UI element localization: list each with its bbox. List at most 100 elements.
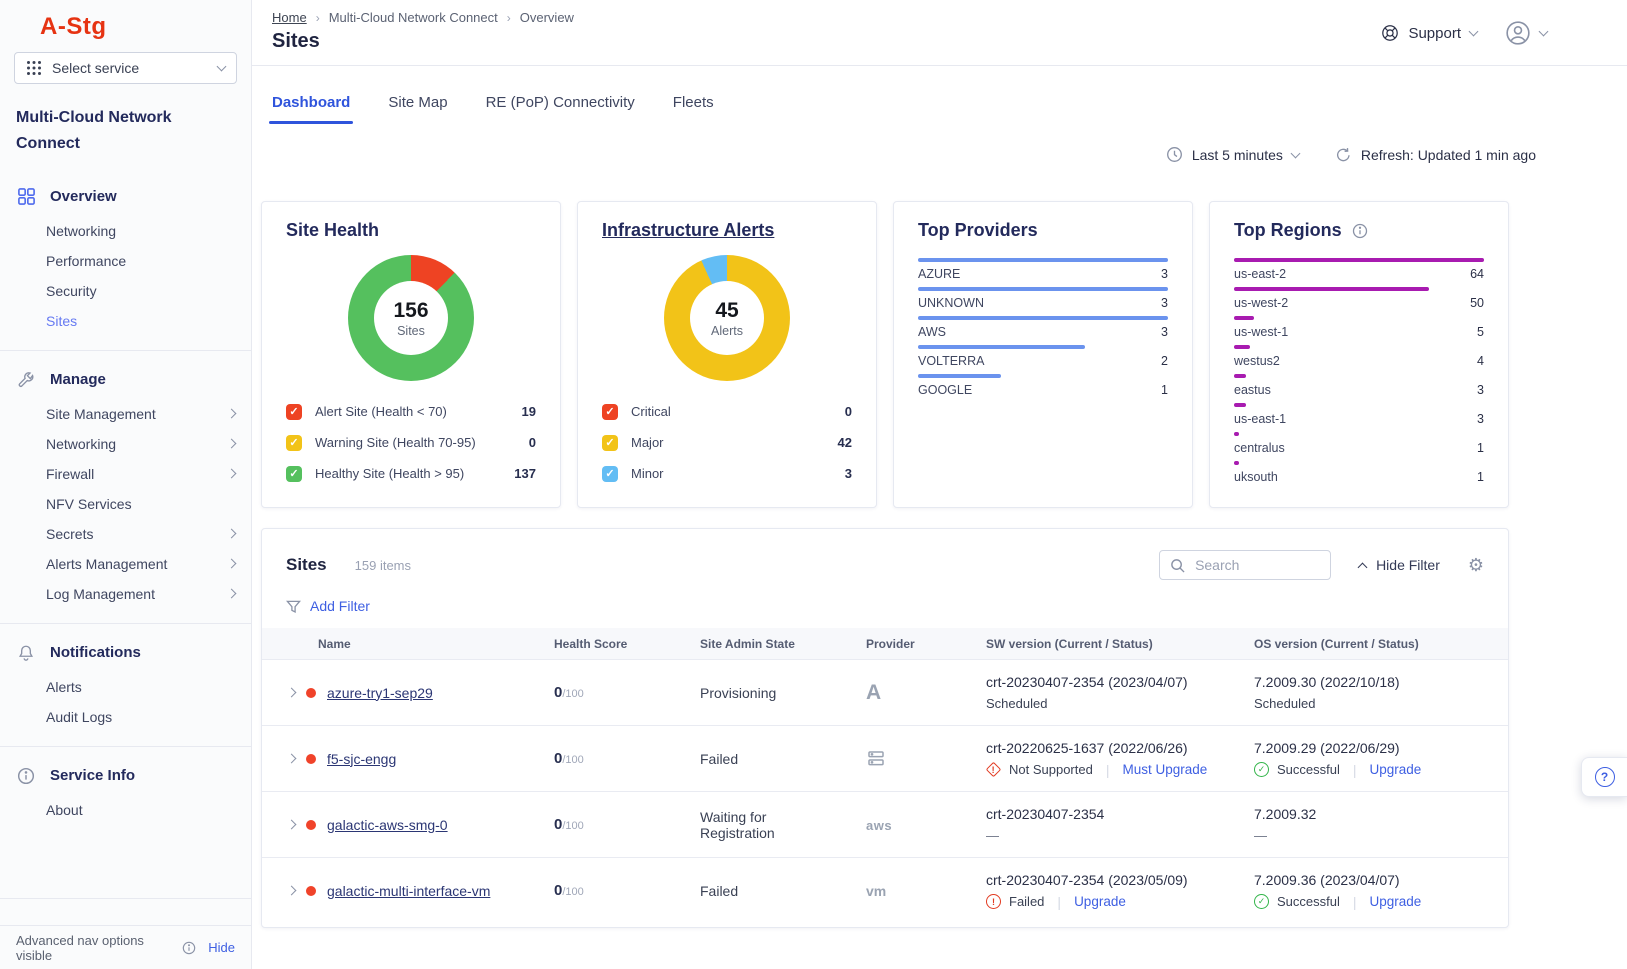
account-menu[interactable] — [1505, 20, 1547, 46]
infrastructure-alerts-legend: ✓Critical0✓Major42✓Minor3 — [602, 396, 852, 489]
os-status: Scheduled — [1254, 696, 1502, 711]
status-label: Not Supported — [1009, 762, 1093, 777]
separator: | — [1057, 894, 1061, 910]
sidebar-item-alerts[interactable]: Alerts — [0, 672, 251, 702]
bar — [1234, 258, 1484, 262]
bar-row-us-west-2: us-west-250 — [1234, 287, 1484, 311]
expand-row-icon[interactable] — [287, 688, 297, 698]
bar — [1234, 374, 1246, 378]
expand-row-icon[interactable] — [287, 754, 297, 764]
sidebar-item-audit-logs[interactable]: Audit Logs — [0, 702, 251, 732]
bar-label: us-west-2 — [1234, 295, 1288, 311]
sidebar-item-sites[interactable]: Sites — [0, 306, 251, 336]
sidebar-item-secrets[interactable]: Secrets — [0, 519, 251, 549]
app-grid-icon — [26, 60, 42, 76]
checkbox-major[interactable]: ✓ — [602, 435, 618, 451]
expand-row-icon[interactable] — [287, 820, 297, 830]
tab-site-map[interactable]: Site Map — [388, 94, 447, 124]
help-button[interactable]: ? — [1581, 757, 1627, 797]
infrastructure-alerts-card: Infrastructure Alerts 45 Alerts ✓Critica… — [577, 201, 877, 508]
infrastructure-alerts-title-link[interactable]: Infrastructure Alerts — [602, 220, 774, 241]
gear-icon[interactable]: ⚙ — [1468, 556, 1484, 574]
nav-header-service-info[interactable]: Service Info — [0, 759, 251, 795]
sidebar-item-security[interactable]: Security — [0, 276, 251, 306]
nav-section-overview: OverviewNetworkingPerformanceSecurity Sit… — [0, 167, 251, 350]
bar-row-us-east-2: us-east-264 — [1234, 258, 1484, 282]
azure-icon: A — [866, 681, 881, 704]
top-providers-card: Top Providers AZURE3UNKNOWN3AWS3VOLTERRA… — [893, 201, 1193, 508]
sw-cell: crt-20230407-2354 (2023/04/07)Scheduled — [970, 664, 1238, 721]
table-header: NameHealth ScoreSite Admin StateProvider… — [262, 628, 1508, 659]
bar-value: 1 — [1477, 440, 1484, 456]
site-health-title: Site Health — [286, 220, 379, 241]
funnel-icon — [286, 599, 301, 614]
sidebar-item-alerts-management[interactable]: Alerts Management — [0, 549, 251, 579]
bar-row-eastus: eastus3 — [1234, 374, 1484, 398]
breadcrumb-overview[interactable]: Overview — [520, 10, 574, 25]
site-name-link[interactable]: galactic-aws-smg-0 — [327, 817, 448, 833]
expand-row-icon[interactable] — [287, 886, 297, 896]
success-icon: ✓ — [1254, 894, 1269, 909]
checkbox-warning-site-health-70-95[interactable]: ✓ — [286, 435, 302, 451]
add-filter-button[interactable]: Add Filter — [262, 586, 1508, 628]
sidebar: A-Stg Select service Multi-Cloud Network… — [0, 0, 252, 969]
nav-header-manage[interactable]: Manage — [0, 363, 251, 399]
checkbox-minor[interactable]: ✓ — [602, 466, 618, 482]
breadcrumb-multi-cloud-network-connect[interactable]: Multi-Cloud Network Connect — [329, 10, 498, 25]
hide-filter-button[interactable]: Hide Filter — [1359, 557, 1440, 573]
aws-icon: aws — [866, 818, 892, 833]
sidebar-item-site-management[interactable]: Site Management — [0, 399, 251, 429]
site-name-link[interactable]: f5-sjc-engg — [327, 751, 396, 767]
site-name-link[interactable]: galactic-multi-interface-vm — [327, 883, 490, 899]
nav-header-notifications[interactable]: Notifications — [0, 636, 251, 672]
upgrade-link[interactable]: Upgrade — [1074, 894, 1126, 909]
sidebar-item-performance[interactable]: Performance — [0, 246, 251, 276]
hide-advanced-nav-link[interactable]: Hide — [208, 940, 235, 955]
tab-re-pop-connectivity[interactable]: RE (PoP) Connectivity — [486, 94, 635, 124]
sidebar-item-firewall[interactable]: Firewall — [0, 459, 251, 489]
tab-dashboard[interactable]: Dashboard — [272, 94, 350, 124]
checkbox-alert-site-health-70[interactable]: ✓ — [286, 404, 302, 420]
health-score-cell: 0/100 — [538, 674, 684, 711]
breadcrumb-home[interactable]: Home — [272, 10, 307, 25]
legend-label: Major — [631, 435, 825, 450]
sidebar-item-label: Sites — [46, 313, 77, 329]
sidebar-item-networking[interactable]: Networking — [0, 216, 251, 246]
sidebar-item-log-management[interactable]: Log Management — [0, 579, 251, 609]
support-menu[interactable]: Support — [1381, 24, 1477, 42]
upgrade-link[interactable]: Upgrade — [1370, 894, 1422, 909]
checkbox-critical[interactable]: ✓ — [602, 404, 618, 420]
legend-label: Healthy Site (Health > 95) — [315, 466, 501, 481]
search-box — [1159, 550, 1331, 580]
status-dot — [306, 688, 316, 698]
bar-meta: centralus 1 — [1234, 440, 1484, 456]
sidebar-item-about[interactable]: About — [0, 795, 251, 825]
sidebar-item-label: Networking — [46, 436, 116, 452]
nav-header-overview[interactable]: Overview — [0, 179, 251, 216]
bar-row-us-west-1: us-west-15 — [1234, 316, 1484, 340]
separator: | — [1353, 762, 1357, 778]
bar — [1234, 403, 1246, 407]
site-name-link[interactable]: azure-try1-sep29 — [327, 685, 433, 701]
bar-value: 3 — [1161, 266, 1168, 282]
health-score-max: /100 — [562, 886, 583, 898]
sidebar-item-nfv-services[interactable]: NFV Services — [0, 489, 251, 519]
tenant-logo: A-Stg — [0, 0, 251, 49]
must-upgrade-link[interactable]: Must Upgrade — [1122, 762, 1207, 777]
time-range-selector[interactable]: Last 5 minutes — [1166, 146, 1299, 163]
column-header-site-admin-state: Site Admin State — [684, 637, 850, 651]
bar-label: centralus — [1234, 440, 1285, 456]
chevron-right-icon — [227, 559, 237, 569]
chevron-right-icon — [227, 469, 237, 479]
tab-fleets[interactable]: Fleets — [673, 94, 714, 124]
select-service-dropdown[interactable]: Select service — [14, 52, 237, 84]
service-info-icon — [16, 767, 36, 785]
bar — [1234, 432, 1239, 436]
upgrade-link[interactable]: Upgrade — [1370, 762, 1422, 777]
breadcrumb-separator: › — [507, 11, 511, 25]
refresh-control[interactable]: Refresh: Updated 1 min ago — [1335, 146, 1536, 163]
search-input[interactable] — [1193, 556, 1320, 574]
sidebar-item-networking[interactable]: Networking — [0, 429, 251, 459]
dashboard-controls: Last 5 minutes Refresh: Updated 1 min ag… — [252, 146, 1627, 163]
checkbox-healthy-site-health-95[interactable]: ✓ — [286, 466, 302, 482]
